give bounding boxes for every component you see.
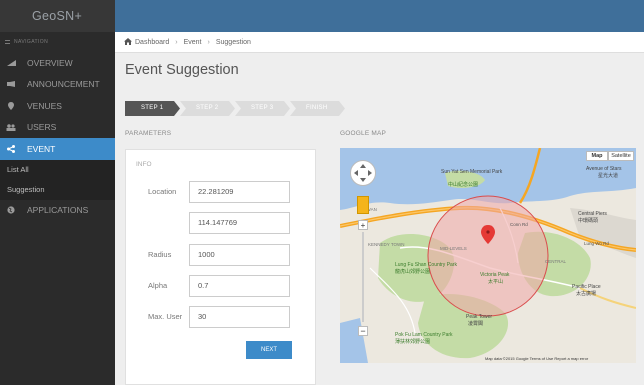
map-label-avenue-zh: 星光大道 — [598, 172, 618, 179]
parameters-label: PARAMETERS — [125, 130, 172, 137]
pegman-icon[interactable] — [357, 196, 369, 214]
brand-logo[interactable]: GeoSN+ — [0, 0, 115, 32]
step-label: STEP 2 — [196, 105, 219, 111]
sidebar-item-applications[interactable]: APPLICATIONS — [0, 200, 115, 222]
max-user-label: Max. User — [148, 312, 183, 321]
step-1[interactable]: STEP 1 — [125, 101, 180, 116]
radius-input[interactable]: 1000 — [189, 244, 290, 266]
sidebar-item-label: VENUES — [27, 100, 62, 111]
page-title: Event Suggestion — [125, 62, 239, 78]
map-label-peak-tower: Peak Tower — [466, 314, 492, 320]
map-label-lung-fu: Lung Fu Shan Country Park — [395, 262, 457, 268]
map-label-pok-fu-lam-zh: 薄扶林郊野公園 — [395, 338, 430, 345]
chevron-right-icon: › — [175, 38, 178, 46]
sidebar-item-label: EVENT — [27, 143, 56, 154]
sidebar-item-event[interactable]: EVENT — [0, 138, 115, 160]
breadcrumb-dashboard[interactable]: Dashboard — [135, 39, 169, 46]
map-footer: Map data ©2015 Google Terms of Use Repor… — [485, 356, 589, 361]
step-label: STEP 1 — [141, 105, 164, 111]
share-icon — [6, 144, 16, 153]
alpha-label: Alpha — [148, 281, 168, 290]
map-label-lung-wo: Lung Wo Rd — [584, 241, 609, 246]
step-label: STEP 3 — [251, 105, 274, 111]
map-pan-control[interactable] — [350, 160, 376, 186]
step-finish[interactable]: FINISH — [290, 101, 345, 116]
map-canvas: Sun Yat Sen Memorial Park 中山紀念公園 Central… — [340, 148, 636, 363]
map-label-mid-levels: MID-LEVELS — [440, 246, 467, 251]
map-label-kennedy-town: KENNEDY TOWN — [368, 242, 405, 247]
sidebar-item-users[interactable]: USERS — [0, 117, 115, 139]
google-map[interactable]: Sun Yat Sen Memorial Park 中山紀念公園 Central… — [340, 148, 636, 363]
step-label: FINISH — [306, 105, 328, 111]
latitude-input[interactable]: 22.281209 — [189, 181, 290, 203]
info-label: INFO — [136, 161, 152, 168]
sidebar-item-label: ANNOUNCEMENT — [27, 79, 100, 90]
megaphone-icon — [6, 81, 16, 88]
map-label-victoria-peak: Victoria Peak — [480, 272, 510, 278]
sidebar-item-announcement[interactable]: ANNOUNCEMENT — [0, 74, 115, 96]
longitude-input[interactable]: 114.147769 — [189, 212, 290, 234]
navigation-label: NAVIGATION — [0, 32, 115, 52]
map-type-map-button[interactable]: Map — [586, 151, 608, 161]
sidebar-subitem-suggestion[interactable]: Suggestion — [0, 179, 115, 200]
sidebar-item-overview[interactable]: OVERVIEW — [0, 52, 115, 74]
step-3[interactable]: STEP 3 — [235, 101, 290, 116]
next-button[interactable]: NEXT — [246, 341, 292, 359]
breadcrumb-event[interactable]: Event — [184, 39, 202, 46]
chevron-right-icon: › — [207, 38, 210, 46]
parameters-form: INFO Location 22.281209 114.147769 Radiu… — [125, 149, 316, 385]
map-label-pok-fu-lam: Pok Fu Lam Country Park — [395, 332, 453, 338]
alpha-input[interactable]: 0.7 — [189, 275, 290, 297]
radius-label: Radius — [148, 250, 172, 259]
location-label: Location — [148, 187, 177, 196]
zoom-in-button[interactable]: + — [358, 220, 368, 230]
sidebar-subitem-list-all[interactable]: List All — [0, 159, 115, 180]
map-label-central-pier: Central Piers — [578, 211, 607, 217]
map-type-satellite-button[interactable]: Satellite — [608, 151, 634, 161]
sidebar-item-label: OVERVIEW — [27, 57, 73, 68]
sidebar-item-label: USERS — [27, 122, 57, 133]
breadcrumb: Dashboard › Event › Suggestion — [115, 32, 644, 53]
map-label-lung-fu-zh: 龍虎山郊野公園 — [395, 268, 430, 275]
top-bar — [115, 0, 644, 32]
map-label-central: CENTRAL — [545, 259, 567, 264]
sidebar-item-venues[interactable]: VENUES — [0, 95, 115, 117]
google-map-label: GOOGLE MAP — [340, 130, 387, 137]
users-icon — [6, 123, 16, 131]
step-2[interactable]: STEP 2 — [180, 101, 235, 116]
map-label-peak-tower-zh: 凌霄閣 — [468, 320, 483, 327]
home-icon[interactable] — [124, 37, 132, 47]
zoom-out-button[interactable]: − — [358, 326, 368, 336]
map-label-pacific-place: Pacific Place — [572, 284, 601, 290]
navigation-label-text: NAVIGATION — [14, 39, 49, 45]
map-label-victoria-peak-zh: 太平山 — [488, 278, 503, 285]
map-label-conn: Conn Rd — [510, 222, 528, 227]
bar-chart-icon — [6, 59, 16, 66]
zoom-slider[interactable] — [362, 232, 364, 322]
search-radius-circle — [427, 195, 549, 317]
breadcrumb-suggestion: Suggestion — [215, 38, 251, 46]
globe-icon — [6, 206, 16, 214]
map-pin-icon — [6, 101, 16, 110]
map-label-park: Sun Yat Sen Memorial Park — [441, 169, 503, 175]
map-label-avenue: Avenue of Stars — [586, 166, 622, 172]
sidebar-item-label: APPLICATIONS — [27, 205, 89, 216]
map-label-pacific-place-zh: 太古廣場 — [576, 290, 596, 297]
max-user-input[interactable]: 30 — [189, 306, 290, 328]
sidebar: GeoSN+ NAVIGATION OVERVIEW ANNOUNCEMENT … — [0, 0, 115, 385]
menu-icon — [5, 39, 10, 44]
map-label-park-zh: 中山紀念公園 — [448, 181, 478, 188]
wizard-steps: STEP 1 STEP 2 STEP 3 FINISH — [125, 101, 345, 116]
map-label-central-pier-zh: 中環碼頭 — [578, 217, 598, 224]
